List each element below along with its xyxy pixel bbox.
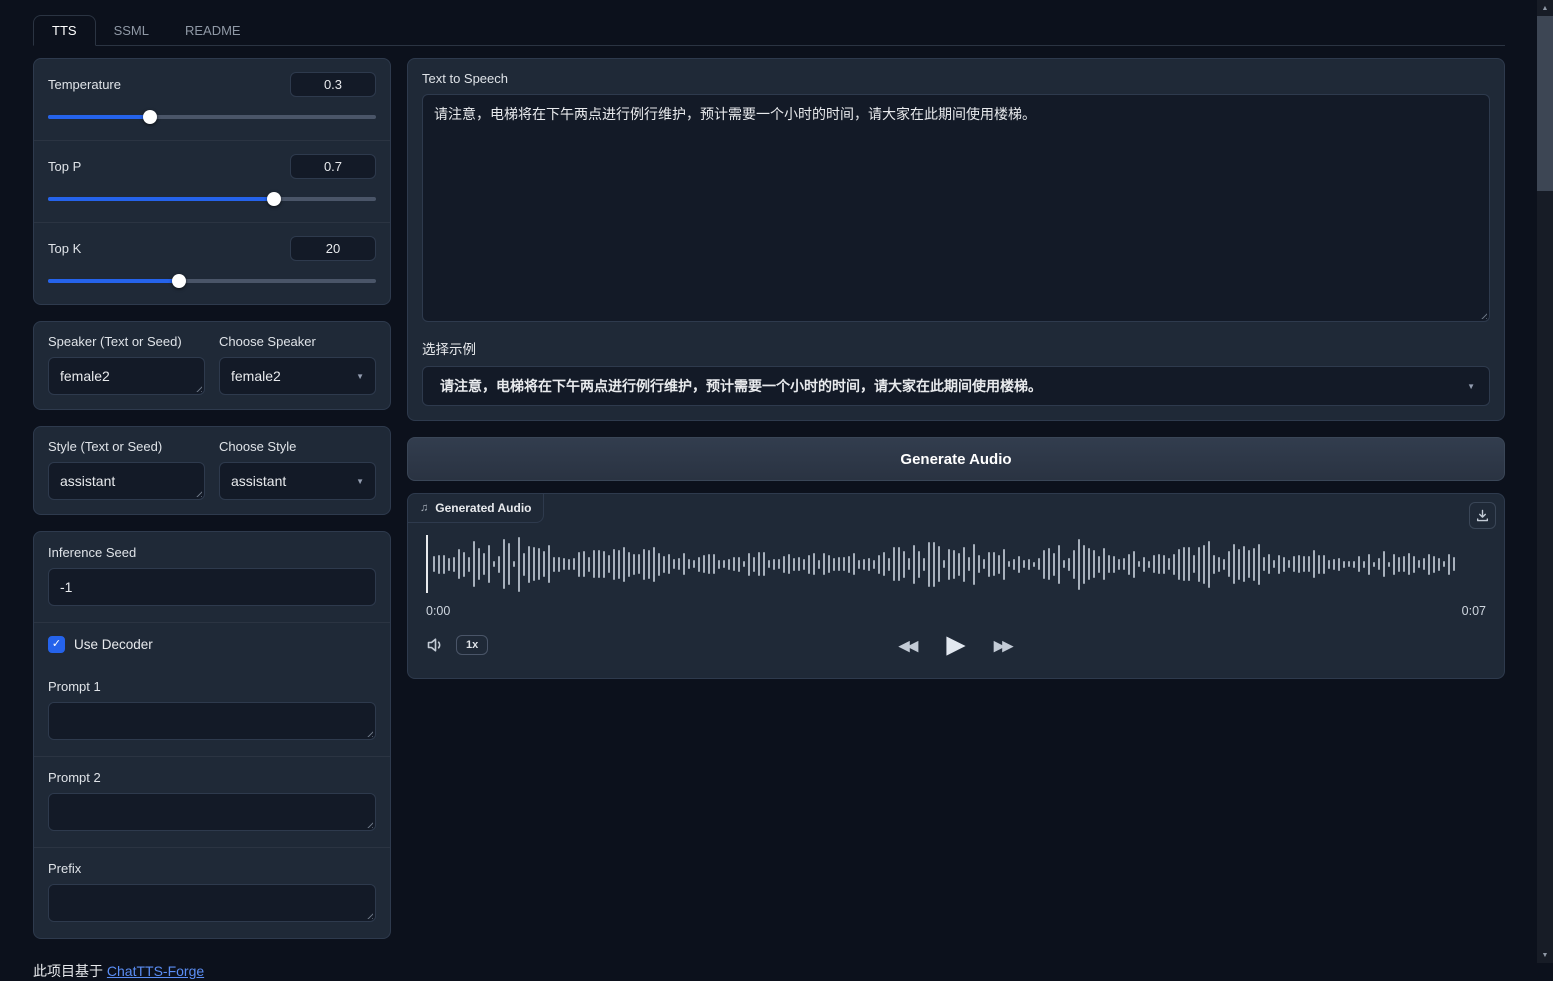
prefix-row: Prefix [34,847,390,938]
player-controls: 1x ◀◀ ▶ ▶▶ [426,624,1486,666]
tts-tab-content: Temperature 0.3 Top P 0.7 [33,58,1505,939]
prompt1-label: Prompt 1 [48,679,376,694]
inference-seed-row: Inference Seed [34,532,390,622]
temperature-slider[interactable] [48,110,376,124]
waveform-bars[interactable] [433,531,1486,597]
tab-bar: TTS SSML README [33,15,1505,46]
tts-text-input[interactable]: 请注意，电梯将在下午两点进行例行维护，预计需要一个小时的时间，请大家在此期间使用… [422,94,1490,322]
chevron-down-icon: ▼ [356,372,364,381]
slider-handle[interactable] [267,192,281,206]
slider-handle[interactable] [143,110,157,124]
playhead-cursor[interactable] [426,535,428,593]
fast-forward-icon[interactable]: ▶▶ [994,636,1014,654]
footer-text: 此项目基于 [33,963,103,979]
tab-tts[interactable]: TTS [33,15,96,46]
download-audio-button[interactable] [1469,502,1496,529]
waveform[interactable] [426,531,1486,597]
top-k-slider[interactable] [48,274,376,288]
download-icon [1476,509,1489,522]
right-column: Text to Speech 请注意，电梯将在下午两点进行例行维护，预计需要一个… [407,58,1505,679]
prompt2-row: Prompt 2 [34,756,390,847]
slider-fill [48,279,179,283]
time-row: 0:00 0:07 [426,604,1486,618]
style-text-input[interactable] [48,462,205,500]
top-k-label: Top K [48,241,81,256]
top-p-label: Top P [48,159,81,174]
top-p-value-input[interactable]: 0.7 [290,154,376,179]
generated-audio-title: Generated Audio [435,501,531,515]
scroll-down-icon[interactable]: ▼ [1537,947,1553,963]
footer: 此项目基于 ChatTTS-Forge [33,961,1505,981]
speaker-text-input[interactable] [48,357,205,395]
speaker-text-label: Speaker (Text or Seed) [48,334,205,349]
style-panel: Style (Text or Seed) Choose Style assist… [33,426,391,515]
inference-seed-input[interactable] [48,568,376,606]
style-text-label: Style (Text or Seed) [48,439,205,454]
temperature-row: Temperature 0.3 [34,59,390,140]
temperature-value-input[interactable]: 0.3 [290,72,376,97]
text-to-speech-label: Text to Speech [422,71,1490,86]
scroll-up-icon[interactable]: ▲ [1537,0,1553,16]
page-scrollbar[interactable]: ▲ ▼ [1537,0,1553,963]
top-p-slider[interactable] [48,192,376,206]
prompt1-row: Prompt 1 [34,666,390,756]
slider-fill [48,197,274,201]
check-icon: ✓ [52,639,61,650]
prompt2-input[interactable] [48,793,376,831]
examples-label: 选择示例 [422,338,1490,358]
inference-panel: Inference Seed ✓ Use Decoder Prompt 1 [33,531,391,939]
choose-speaker-label: Choose Speaker [219,334,376,349]
text-to-speech-panel: Text to Speech 请注意，电梯将在下午两点进行例行维护，预计需要一个… [407,58,1505,421]
parameters-panel: Temperature 0.3 Top P 0.7 [33,58,391,305]
example-selected-value: 请注意，电梯将在下午两点进行例行维护，预计需要一个小时的时间，请大家在此期间使用… [440,376,1042,396]
use-decoder-checkbox[interactable]: ✓ [48,636,65,653]
page: TTS SSML README Temperature 0.3 [33,15,1505,981]
chattts-forge-link[interactable]: ChatTTS-Forge [107,963,204,979]
top-k-row: Top K 20 [34,222,390,304]
volume-icon[interactable] [426,636,446,654]
generated-audio-player: ♫ Generated Audio 0:00 0:07 [407,493,1505,679]
prompt1-input[interactable] [48,702,376,740]
scrollbar-thumb[interactable] [1537,16,1553,191]
choose-style-value: assistant [231,473,286,489]
chevron-down-icon: ▼ [1467,382,1475,391]
use-decoder-row[interactable]: ✓ Use Decoder [34,622,390,666]
duration: 0:07 [1462,604,1486,618]
choose-style-label: Choose Style [219,439,376,454]
chevron-down-icon: ▼ [356,477,364,486]
play-icon[interactable]: ▶ [946,633,965,658]
left-column: Temperature 0.3 Top P 0.7 [33,58,391,939]
choose-speaker-dropdown[interactable]: female2 ▼ [219,357,376,395]
current-time: 0:00 [426,604,450,618]
temperature-label: Temperature [48,77,121,92]
choose-style-dropdown[interactable]: assistant ▼ [219,462,376,500]
music-note-icon: ♫ [420,502,428,514]
prompt2-label: Prompt 2 [48,770,376,785]
prefix-input[interactable] [48,884,376,922]
tab-ssml[interactable]: SSML [96,16,167,45]
playback-speed-button[interactable]: 1x [456,635,488,655]
choose-speaker-value: female2 [231,368,281,384]
speaker-panel: Speaker (Text or Seed) Choose Speaker fe… [33,321,391,410]
top-k-value-input[interactable]: 20 [290,236,376,261]
generated-audio-header: ♫ Generated Audio [408,494,544,523]
slider-handle[interactable] [172,274,186,288]
rewind-icon[interactable]: ◀◀ [898,636,918,654]
top-p-row: Top P 0.7 [34,140,390,222]
inference-seed-label: Inference Seed [48,545,376,560]
prefix-label: Prefix [48,861,376,876]
generate-audio-button[interactable]: Generate Audio [407,437,1505,481]
tab-readme[interactable]: README [167,16,259,45]
example-dropdown[interactable]: 请注意，电梯将在下午两点进行例行维护，预计需要一个小时的时间，请大家在此期间使用… [422,366,1490,406]
use-decoder-label: Use Decoder [74,637,153,652]
slider-fill [48,115,150,119]
